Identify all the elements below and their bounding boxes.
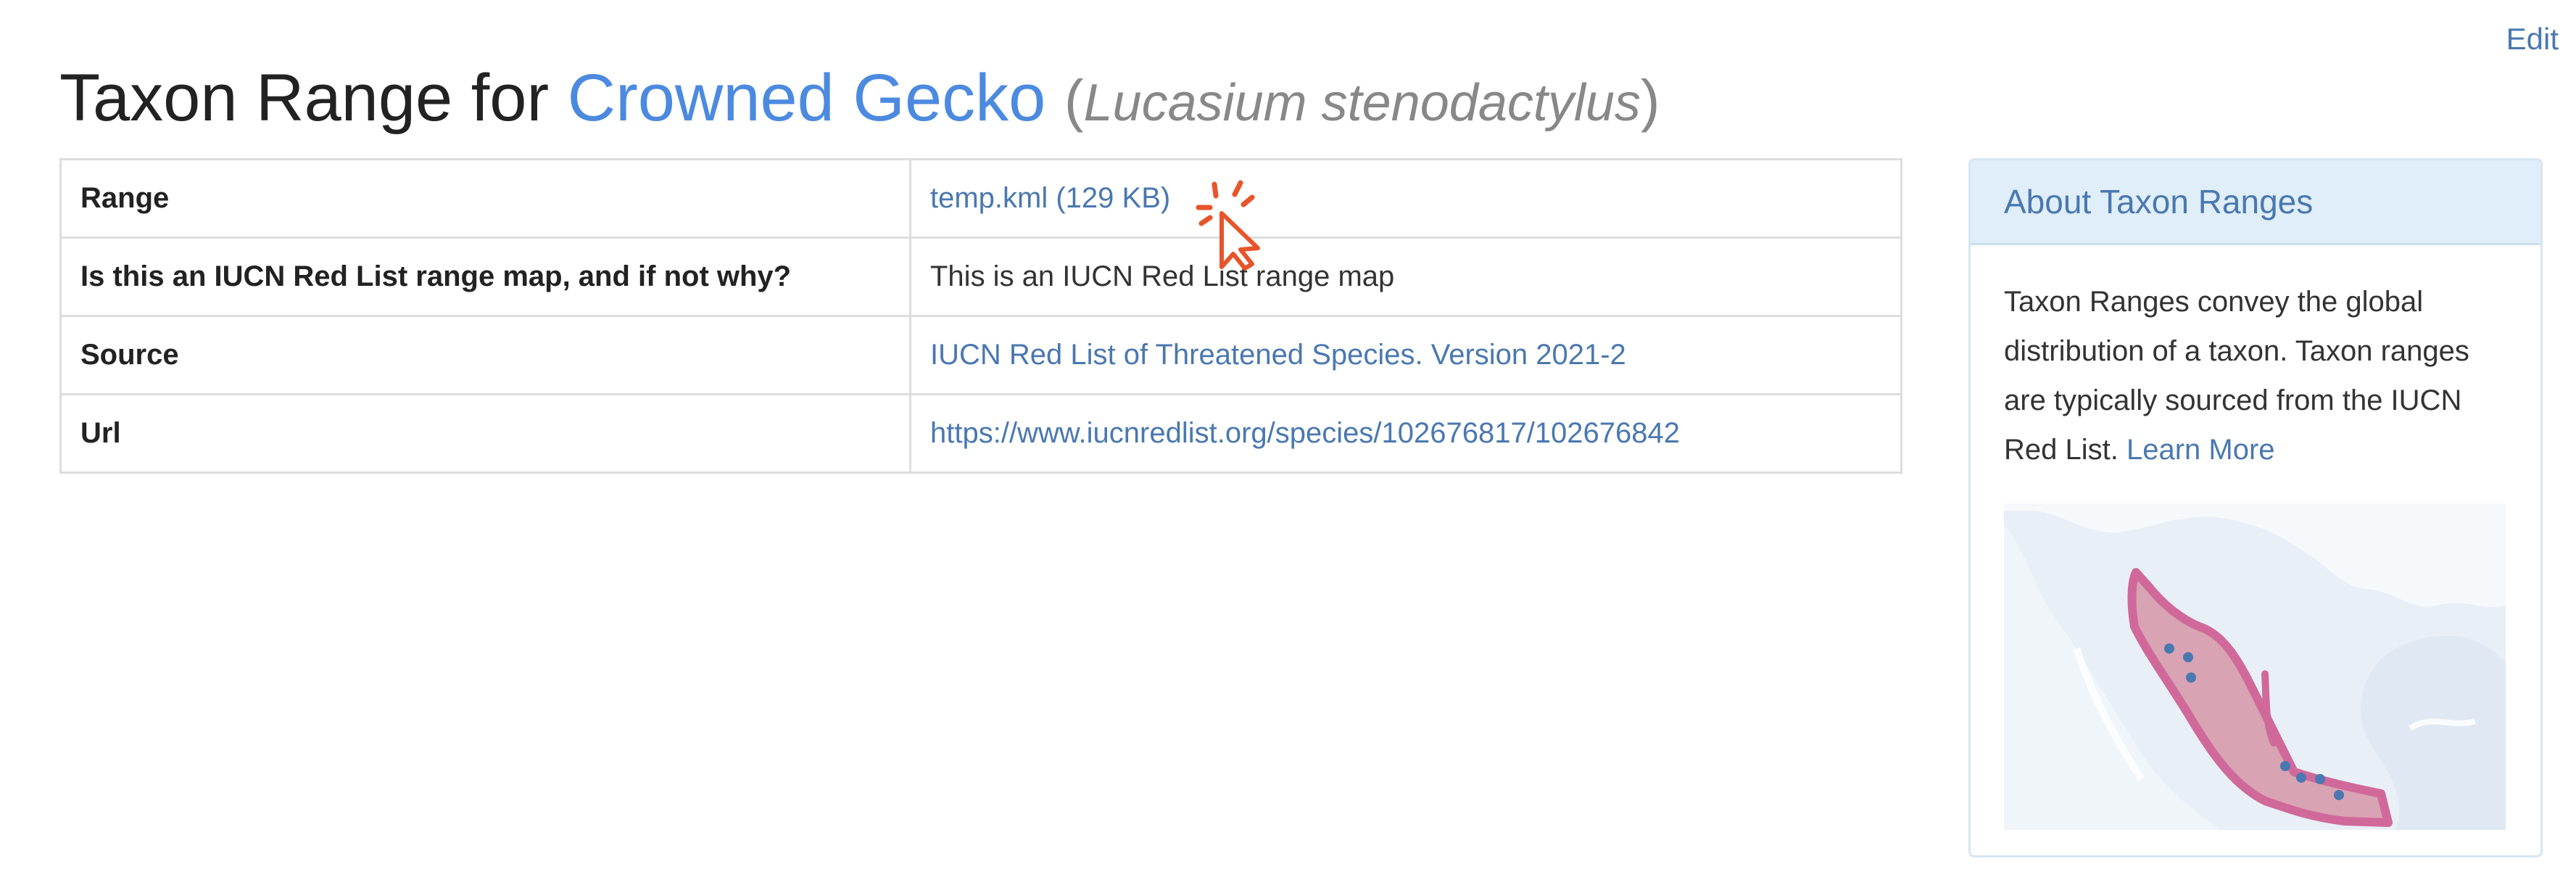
taxon-range-page: Edit Taxon Range for Crowned Gecko (Luca… [0, 0, 2576, 893]
iucn-url-link[interactable]: https://www.iucnredlist.org/species/1026… [930, 417, 1680, 449]
panel-heading: About Taxon Ranges [1971, 160, 2540, 245]
range-file-link[interactable]: temp.kml (129 KB) [930, 182, 1170, 214]
source-link[interactable]: IUCN Red List of Threatened Species. Ver… [930, 339, 1626, 371]
paren-open: ( [1064, 68, 1084, 133]
about-taxon-ranges-panel: About Taxon Ranges Taxon Ranges convey t… [1968, 158, 2543, 857]
table-row-range: Range temp.kml (129 KB) [59, 158, 1902, 239]
range-details-table: Range temp.kml (129 KB) Is this an IUCN … [59, 158, 1902, 474]
row-value-source: IUCN Red List of Threatened Species. Ver… [909, 315, 1902, 395]
range-map-illustration [2004, 503, 2506, 830]
title-prefix: Taxon Range for [59, 61, 568, 135]
table-row-source: Source IUCN Red List of Threatened Speci… [59, 315, 1902, 395]
table-row-iucn: Is this an IUCN Red List range map, and … [59, 236, 1902, 317]
edit-link[interactable]: Edit [2506, 22, 2559, 57]
row-label-range: Range [59, 158, 911, 239]
row-value-iucn: This is an IUCN Red List range map [909, 236, 1902, 317]
page-title: Taxon Range for Crowned Gecko (Lucasium … [59, 58, 1660, 143]
paren-close: ) [1640, 68, 1660, 133]
row-label-url: Url [59, 393, 911, 474]
common-name-link[interactable]: Crowned Gecko [568, 61, 1046, 135]
row-value-range: temp.kml (129 KB) [909, 158, 1902, 239]
learn-more-link[interactable]: Learn More [2126, 434, 2275, 466]
click-cursor-icon [1196, 180, 1260, 271]
row-value-url: https://www.iucnredlist.org/species/1026… [909, 393, 1902, 474]
row-label-source: Source [59, 315, 911, 395]
row-label-iucn: Is this an IUCN Red List range map, and … [59, 236, 911, 317]
panel-body: Taxon Ranges convey the global distribut… [1971, 245, 2540, 830]
table-row-url: Url https://www.iucnredlist.org/species/… [59, 393, 1902, 474]
scientific-name: Lucasium stenodactylus [1083, 74, 1641, 132]
